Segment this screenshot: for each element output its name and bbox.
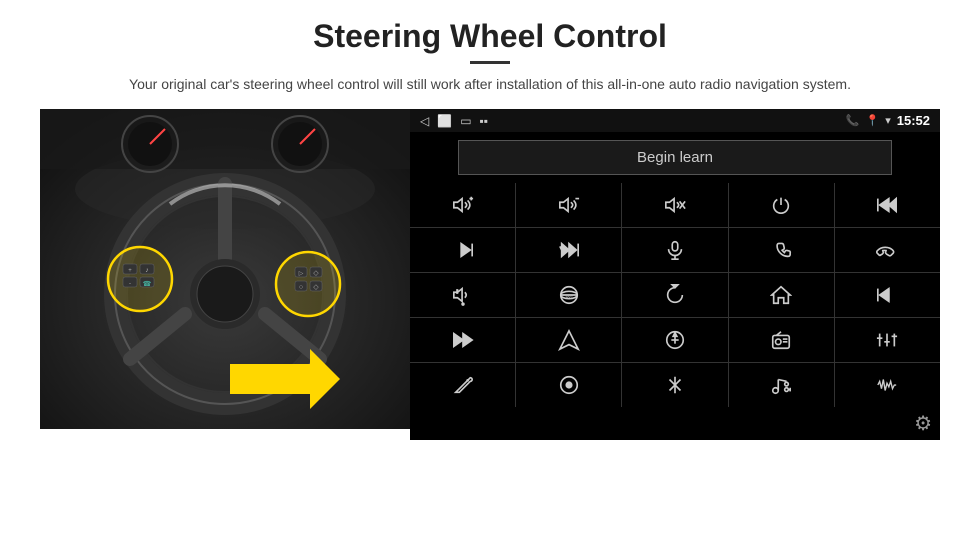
radio-button[interactable] <box>729 318 834 362</box>
svg-text:○: ○ <box>299 284 303 291</box>
next-track-button[interactable] <box>410 228 515 272</box>
svg-text:◇: ◇ <box>313 270 319 277</box>
control-panel: ◁ ⬜ ▭ ▪▪ 📞 📍 ▾ 15:52 Begin learn <box>410 109 940 429</box>
status-bar: ◁ ⬜ ▭ ▪▪ 📞 📍 ▾ 15:52 <box>410 109 940 132</box>
square-icon[interactable]: ▭ <box>460 114 471 128</box>
power-button[interactable] <box>729 183 834 227</box>
content-area: + - ☎ ♪ ▷ ◇ ○ ◇ <box>40 109 940 429</box>
mute-button[interactable] <box>622 183 727 227</box>
svg-text:♪: ♪ <box>145 267 149 274</box>
location-icon: 📍 <box>866 114 880 127</box>
vol-down-button[interactable] <box>516 183 621 227</box>
begin-learn-row: Begin learn <box>410 132 940 183</box>
fast-forward-button[interactable] <box>516 228 621 272</box>
signal-icon: ▪▪ <box>480 114 489 128</box>
svg-text:+: + <box>128 268 132 274</box>
navigate-button[interactable] <box>516 318 621 362</box>
svg-text:▷: ▷ <box>299 271 304 277</box>
360-view-button[interactable]: 360° <box>516 273 621 317</box>
status-left: ◁ ⬜ ▭ ▪▪ <box>420 114 488 128</box>
wifi-icon: ▾ <box>885 114 891 127</box>
fast-fwd2-button[interactable] <box>410 318 515 362</box>
vol-up-button[interactable] <box>410 183 515 227</box>
steering-wheel-panel: + - ☎ ♪ ▷ ◇ ○ ◇ <box>40 109 410 429</box>
settings-row: ⚙ <box>410 407 940 440</box>
speaker-button[interactable]: ! <box>410 273 515 317</box>
prev-track-call-button[interactable] <box>835 183 940 227</box>
eq-button[interactable] <box>622 318 727 362</box>
icon-grid: ! 360° <box>410 183 940 407</box>
svg-text:!: ! <box>456 289 457 294</box>
home-button[interactable] <box>729 273 834 317</box>
window-icon[interactable]: ⬜ <box>437 114 452 128</box>
svg-text:☎: ☎ <box>143 280 152 288</box>
status-right: 📞 📍 ▾ 15:52 <box>846 113 930 128</box>
phone-button[interactable] <box>729 228 834 272</box>
music-settings-button[interactable] <box>729 363 834 407</box>
equalizer-button[interactable] <box>835 318 940 362</box>
page-container: Steering Wheel Control Your original car… <box>0 0 980 544</box>
page-title: Steering Wheel Control <box>313 18 667 55</box>
phone-icon: 📞 <box>846 114 860 127</box>
svg-text:-: - <box>129 281 131 287</box>
settings-icon[interactable]: ⚙ <box>914 411 932 436</box>
skip-back-button[interactable] <box>835 273 940 317</box>
mic-button[interactable] <box>622 228 727 272</box>
waveform-button[interactable] <box>835 363 940 407</box>
page-subtitle: Your original car's steering wheel contr… <box>129 74 851 95</box>
clock-display: 15:52 <box>897 113 930 128</box>
begin-learn-button[interactable]: Begin learn <box>458 140 892 175</box>
edit-button[interactable] <box>410 363 515 407</box>
title-divider <box>470 61 510 64</box>
back-button[interactable] <box>622 273 727 317</box>
svg-text:360°: 360° <box>565 296 573 300</box>
back-arrow-icon[interactable]: ◁ <box>420 114 429 128</box>
circle-dot-button[interactable] <box>516 363 621 407</box>
hang-up-button[interactable] <box>835 228 940 272</box>
svg-text:◇: ◇ <box>313 284 319 291</box>
bluetooth-button[interactable] <box>622 363 727 407</box>
